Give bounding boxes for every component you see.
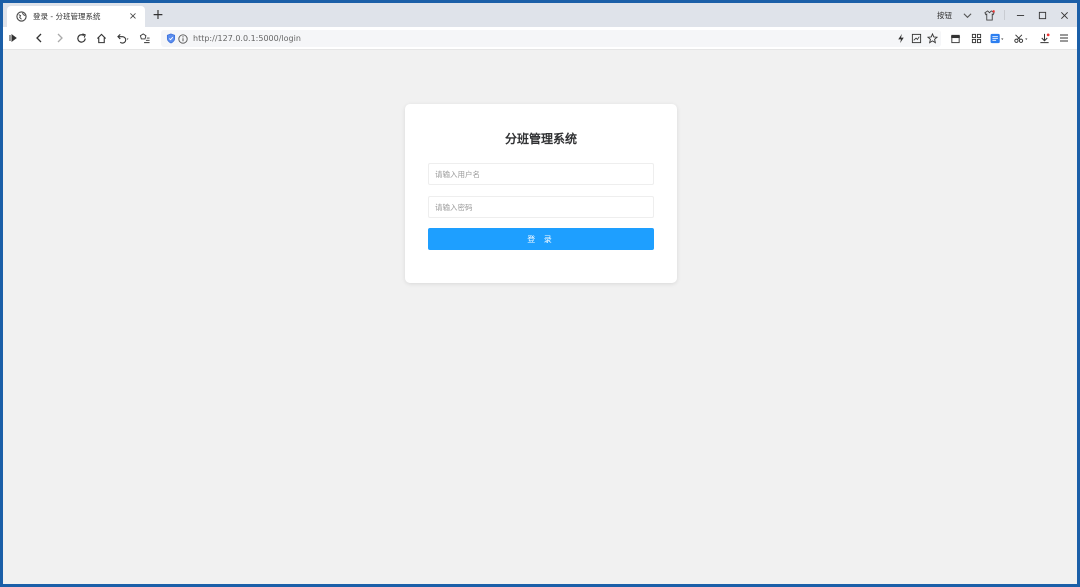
maximize-icon[interactable] [1035,8,1049,22]
login-button[interactable]: 登 录 [428,228,654,250]
shirt-icon[interactable] [982,8,996,22]
store-icon[interactable] [948,31,962,45]
home-icon[interactable] [94,31,108,45]
browser-window: 登录 - 分班管理系统 × + 按钮 http://127.0.0.1:5000… [3,3,1077,584]
minimize-icon[interactable] [1013,8,1027,22]
reload-icon[interactable] [74,31,88,45]
grid-icon[interactable] [969,31,983,45]
back-icon[interactable] [32,31,46,45]
shield-icon[interactable] [165,33,177,45]
url-text[interactable]: http://127.0.0.1:5000/login [193,34,301,43]
undo-icon[interactable] [114,31,132,45]
menu-icon[interactable] [1057,31,1071,45]
window-label[interactable]: 按钮 [937,10,952,21]
navigation-toolbar: http://127.0.0.1:5000/login [3,27,1077,50]
divider [1004,10,1005,20]
lightning-icon[interactable] [894,31,908,45]
username-input[interactable] [428,163,654,185]
scissors-icon[interactable] [1012,31,1030,45]
tab-title: 登录 - 分班管理系统 [33,12,101,21]
login-card: 分班管理系统 登 录 [405,104,677,283]
globe-icon [15,11,27,23]
info-icon[interactable] [177,33,189,45]
extension-icon[interactable] [988,31,1006,45]
tab-close-button[interactable]: × [127,11,139,22]
window-controls: 按钮 [937,3,1071,27]
star-icon[interactable] [925,31,939,45]
tab-login[interactable]: 登录 - 分班管理系统 × [7,6,145,27]
chevron-down-icon[interactable] [960,8,974,22]
download-icon[interactable] [1037,31,1051,45]
bookmark-list-icon[interactable] [138,31,152,45]
sidebar-toggle-icon[interactable] [7,31,21,45]
address-bar[interactable]: http://127.0.0.1:5000/login [161,30,941,47]
new-tab-button[interactable]: + [150,7,166,23]
password-input[interactable] [428,196,654,218]
screenshot-icon[interactable] [909,31,923,45]
tab-strip: 登录 - 分班管理系统 × + 按钮 [3,3,1077,27]
forward-icon[interactable] [53,31,67,45]
close-window-icon[interactable] [1057,8,1071,22]
page-title: 分班管理系统 [504,132,577,146]
